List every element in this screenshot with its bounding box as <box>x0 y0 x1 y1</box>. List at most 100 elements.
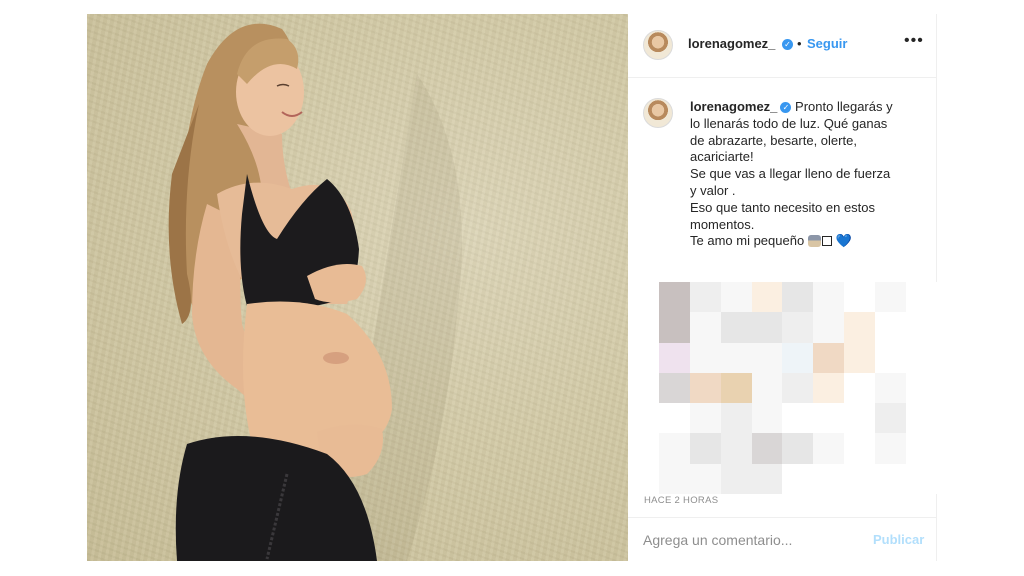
more-options-icon[interactable]: ••• <box>904 32 924 50</box>
mosaic-cell <box>813 312 845 343</box>
verified-badge-icon: ✓ <box>782 39 793 50</box>
mosaic-cell <box>906 312 937 343</box>
belly-mark <box>323 352 349 364</box>
post-photo[interactable] <box>87 14 628 561</box>
mosaic-cell <box>751 433 783 464</box>
mosaic-cell <box>751 282 783 313</box>
post-header: lorenagomez_ ✓ • Seguir ••• <box>628 14 937 78</box>
mosaic-cell <box>875 433 907 464</box>
mosaic-cell <box>720 403 752 434</box>
mosaic-cell <box>751 342 783 373</box>
caption-line-6: y valor . <box>690 182 736 198</box>
header-username[interactable]: lorenagomez_ <box>688 36 775 51</box>
mosaic-cell <box>658 342 690 373</box>
mosaic-cell <box>658 433 690 464</box>
missing-glyph-icon <box>821 236 832 247</box>
mosaic-cell <box>751 403 783 434</box>
caption-avatar[interactable] <box>643 98 673 128</box>
mosaic-cell <box>844 433 876 464</box>
mosaic-cell <box>751 312 783 343</box>
caption-username[interactable]: lorenagomez_ <box>690 99 777 114</box>
mosaic-cell <box>628 433 659 464</box>
mosaic-cell <box>720 312 752 343</box>
comment-input[interactable] <box>643 530 858 550</box>
mosaic-cell <box>658 403 690 434</box>
header-separator: • <box>797 36 802 51</box>
mosaic-cell <box>782 282 814 313</box>
mosaic-cell <box>782 463 814 494</box>
mosaic-cell <box>782 433 814 464</box>
mosaic-cell <box>689 433 721 464</box>
mosaic-cell <box>844 463 876 494</box>
caption-line-8: momentos. <box>690 216 755 232</box>
mosaic-cell <box>906 372 937 404</box>
mosaic-cell <box>875 282 907 313</box>
mosaic-cell <box>782 342 814 373</box>
mosaic-cell <box>875 312 907 343</box>
mosaic-cell <box>875 342 907 373</box>
caption-line-2: lo llenarás todo de luz. Qué ganas <box>690 115 888 131</box>
mosaic-cell <box>628 403 659 434</box>
caption-text: lorenagomez_ ✓ Pronto llegarás y lo llena… <box>690 99 920 250</box>
mosaic-cell <box>689 403 721 434</box>
caption-line-9: Te amo mi pequeño 💙 <box>690 233 920 250</box>
mosaic-cell <box>628 372 659 404</box>
mosaic-cell <box>813 282 845 313</box>
mosaic-cell <box>628 342 659 373</box>
post-sidebar: lorenagomez_ ✓ • Seguir ••• lorenagomez_… <box>628 14 937 561</box>
mosaic-cell <box>658 372 690 404</box>
wall-shadow <box>337 74 462 561</box>
blue-heart-icon: 💙 <box>835 233 852 249</box>
mosaic-cell <box>720 282 752 313</box>
photo-illustration <box>168 23 462 561</box>
post-timestamp[interactable]: HACE 2 HORAS <box>644 495 718 506</box>
mosaic-cell <box>720 463 752 494</box>
mosaic-cell <box>813 463 845 494</box>
emoji-face-icon <box>807 235 821 248</box>
mosaic-cell <box>689 372 721 404</box>
mosaic-cell <box>906 282 937 313</box>
mosaic-cell <box>628 312 659 343</box>
header-avatar[interactable] <box>643 30 673 60</box>
mosaic-cell <box>720 342 752 373</box>
mosaic-cell <box>658 282 690 313</box>
publish-button[interactable]: Publicar <box>873 532 924 547</box>
mosaic-cell <box>906 433 937 464</box>
mosaic-cell <box>906 463 937 494</box>
mosaic-cell <box>628 282 659 313</box>
mosaic-cell <box>689 282 721 313</box>
mosaic-cell <box>813 433 845 464</box>
caption-line-7: Eso que tanto necesito en estos <box>690 199 876 215</box>
mosaic-cell <box>813 403 845 434</box>
mosaic-cell <box>782 372 814 404</box>
mosaic-cell <box>813 342 845 373</box>
caption-line-4: acariciarte! <box>690 149 754 165</box>
mosaic-cell <box>844 342 876 373</box>
mosaic-cell <box>628 463 659 494</box>
mosaic-cell <box>658 463 690 494</box>
mosaic-cell <box>844 403 876 434</box>
mosaic-cell <box>782 403 814 434</box>
mosaic-cell <box>875 403 907 434</box>
mosaic-cell <box>751 463 783 494</box>
mosaic-cell <box>906 342 937 373</box>
caption-last-line: Te amo mi pequeño <box>690 233 805 249</box>
mosaic-cell <box>906 403 937 434</box>
mosaic-cell <box>751 372 783 404</box>
mosaic-cell <box>720 433 752 464</box>
pixelated-comments-area <box>628 282 937 494</box>
mosaic-cell <box>782 312 814 343</box>
caption-line-3: de abrazarte, besarte, olerte, <box>690 132 857 148</box>
comment-bar: Publicar <box>628 517 937 561</box>
mosaic-cell <box>689 312 721 343</box>
mosaic-cell <box>875 372 907 404</box>
mosaic-cell <box>844 312 876 343</box>
mosaic-cell <box>689 342 721 373</box>
caption-verified-badge-icon: ✓ <box>780 102 792 114</box>
mosaic-cell <box>813 372 845 404</box>
follow-button[interactable]: Seguir <box>807 36 847 51</box>
mosaic-cell <box>875 463 907 494</box>
caption-line-5: Se que vas a llegar lleno de fuerza <box>690 166 891 182</box>
mosaic-cell <box>689 463 721 494</box>
caption-line-1: Pronto llegarás y <box>795 99 893 114</box>
